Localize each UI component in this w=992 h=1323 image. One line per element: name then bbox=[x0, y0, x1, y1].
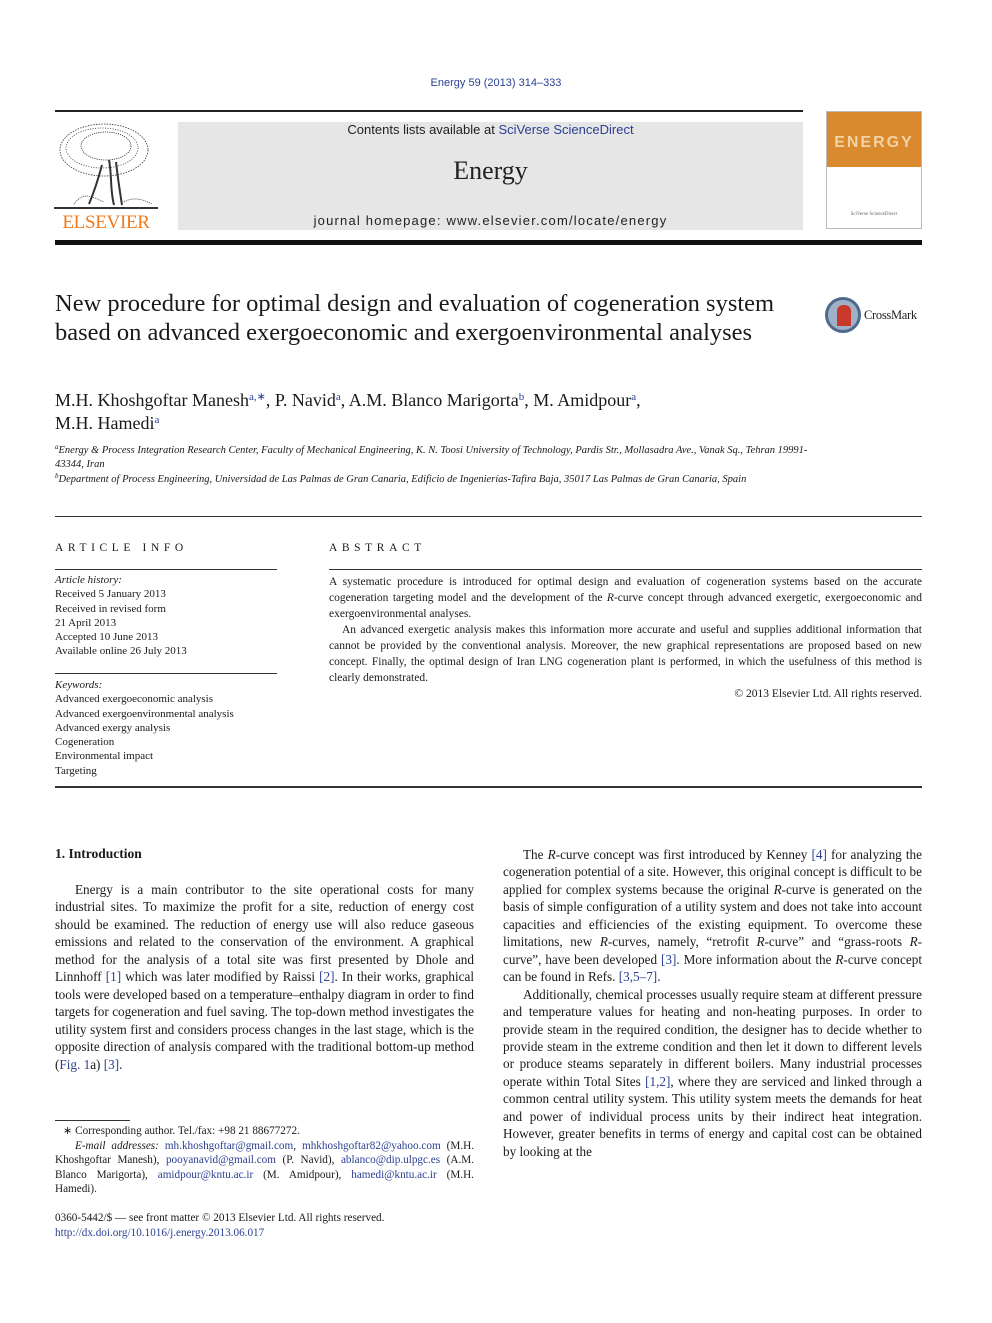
history-label: Article history: bbox=[55, 574, 122, 586]
keywords: Keywords: Advanced exergoeconomic analys… bbox=[55, 678, 295, 778]
body-column-left: Energy is a main contributor to the site… bbox=[55, 881, 474, 1073]
issn-copyright: 0360-5442/$ — see front matter © 2013 El… bbox=[55, 1212, 385, 1224]
italic-symbol: R bbox=[909, 934, 918, 950]
history-entry: Received 5 January 2013 bbox=[55, 588, 166, 601]
keyword[interactable]: Targeting bbox=[55, 764, 295, 778]
keywords-rule bbox=[55, 673, 277, 674]
keyword[interactable]: Advanced exergoenvironmental analysis bbox=[55, 707, 295, 721]
affiliation: bDepartment of Process Engineering, Univ… bbox=[55, 472, 815, 487]
affiliation-text: Department of Process Engineering, Unive… bbox=[58, 473, 747, 485]
affiliation-mark[interactable]: a,∗ bbox=[249, 391, 266, 403]
citation-link[interactable]: [3] bbox=[661, 952, 676, 967]
header-rule bbox=[55, 110, 803, 112]
journal-citation[interactable]: Energy 59 (2013) 314–333 bbox=[0, 77, 992, 89]
italic-symbol: R bbox=[599, 934, 608, 950]
keyword[interactable]: Environmental impact bbox=[55, 749, 295, 763]
contents-line: Contents lists available at SciVerse Sci… bbox=[178, 122, 803, 137]
author-name[interactable]: M. Amidpour bbox=[533, 390, 631, 410]
journal-cover-thumbnail[interactable]: ENERGY SciVerse ScienceDirect bbox=[826, 111, 922, 229]
affiliation-rule bbox=[55, 516, 922, 517]
email-link[interactable]: pooyanavid@gmail.com bbox=[166, 1154, 276, 1166]
elsevier-wordmark: ELSEVIER bbox=[62, 212, 150, 233]
abstract-copyright: © 2013 Elsevier Ltd. All rights reserved… bbox=[734, 688, 922, 700]
abstract-heading: ABSTRACT bbox=[329, 542, 426, 554]
email-link[interactable]: amidpour@kntu.ac.ir bbox=[158, 1169, 253, 1181]
citation-link[interactable]: [1] bbox=[106, 969, 121, 984]
citation-link[interactable]: [3,5–7] bbox=[619, 969, 657, 984]
elsevier-tree-icon bbox=[54, 123, 158, 209]
body-paragraph: The R-curve concept was first introduced… bbox=[503, 847, 923, 985]
author-list: M.H. Khoshgoftar Manesha,∗, P. Navida, A… bbox=[55, 390, 641, 433]
cover-publisher: SciVerse ScienceDirect bbox=[850, 212, 898, 217]
email-label: E-mail addresses: bbox=[75, 1139, 165, 1152]
affiliation-mark[interactable]: a bbox=[336, 391, 341, 403]
history-entry: Accepted 10 June 2013 bbox=[55, 631, 158, 644]
journal-banner: Contents lists available at SciVerse Sci… bbox=[178, 122, 803, 230]
crossmark-icon bbox=[825, 297, 861, 333]
author-name[interactable]: P. Navid bbox=[275, 390, 336, 410]
italic-symbol: R bbox=[835, 951, 844, 967]
history-entry: Received in revised form bbox=[55, 602, 166, 615]
email-link[interactable]: ablanco@dip.ulpgc.es bbox=[341, 1154, 440, 1166]
citation-link[interactable]: Fig. 1 bbox=[59, 1057, 90, 1072]
keywords-list: Advanced exergoeconomic analysis Advanced… bbox=[55, 692, 295, 778]
italic-symbol: R bbox=[756, 934, 765, 950]
section-heading-introduction: 1. Introduction bbox=[55, 846, 142, 861]
abstract-paragraph: An advanced exergetic analysis makes thi… bbox=[329, 624, 922, 684]
article-history: Article history: Received 5 January 2013… bbox=[55, 573, 285, 659]
author-name[interactable]: A.M. Blanco Marigorta bbox=[349, 390, 519, 410]
sciencedirect-link[interactable]: SciVerse ScienceDirect bbox=[498, 122, 633, 137]
affiliation-mark[interactable]: a bbox=[631, 391, 636, 403]
crossmark-button[interactable]: CrossMark bbox=[825, 297, 925, 335]
history-list: Received 5 January 2013 Received in revis… bbox=[55, 587, 285, 658]
affiliation-mark[interactable]: a bbox=[154, 414, 159, 426]
article-title: New procedure for optimal design and eva… bbox=[55, 290, 775, 346]
abstract-body: A systematic procedure is introduced for… bbox=[329, 574, 922, 702]
citation-link[interactable]: [3] bbox=[104, 1057, 119, 1072]
email-addresses: E-mail addresses: mh.khoshgoftar@gmail.c… bbox=[55, 1139, 474, 1196]
article-info-heading: ARTICLE INFO bbox=[55, 542, 188, 554]
doi-link[interactable]: http://dx.doi.org/10.1016/j.energy.2013.… bbox=[55, 1226, 474, 1241]
elsevier-logo[interactable]: ELSEVIER bbox=[54, 120, 158, 233]
affiliation: aEnergy & Process Integration Research C… bbox=[55, 444, 815, 473]
email-link[interactable]: mh.khoshgoftar@gmail.com bbox=[165, 1140, 293, 1152]
affiliations: aEnergy & Process Integration Research C… bbox=[55, 444, 815, 487]
cover-title: ENERGY bbox=[834, 134, 914, 151]
citation-link[interactable]: [2] bbox=[319, 969, 334, 984]
header-thick-rule bbox=[55, 240, 922, 245]
crossmark-label: CrossMark bbox=[864, 308, 917, 322]
italic-symbol: R bbox=[773, 881, 782, 897]
citation-link[interactable]: [1,2] bbox=[645, 1074, 670, 1089]
history-entry: 21 April 2013 bbox=[55, 616, 117, 629]
keyword[interactable]: Advanced exergoeconomic analysis bbox=[55, 692, 295, 706]
abstract-paragraph: A systematic procedure is introduced for… bbox=[329, 576, 922, 620]
history-entry: Available online 26 July 2013 bbox=[55, 645, 187, 658]
body-paragraph: Energy is a main contributor to the site… bbox=[55, 882, 474, 1072]
corresponding-author-note: ∗ Corresponding author. Tel./fax: +98 21… bbox=[63, 1125, 300, 1137]
body-paragraph: Additionally, chemical processes usually… bbox=[503, 986, 922, 1159]
affiliation-mark[interactable]: b bbox=[519, 391, 525, 403]
italic-symbol: R bbox=[606, 592, 614, 604]
body-column-right: The R-curve concept was first introduced… bbox=[503, 846, 922, 1160]
keywords-label: Keywords: bbox=[55, 679, 103, 691]
abstract-rule bbox=[329, 569, 922, 570]
footnotes: ∗ Corresponding author. Tel./fax: +98 21… bbox=[55, 1124, 474, 1197]
journal-name: Energy bbox=[453, 156, 528, 185]
front-matter-note: 0360-5442/$ — see front matter © 2013 El… bbox=[55, 1211, 474, 1241]
italic-symbol: R bbox=[547, 847, 556, 862]
affiliation-text: Energy & Process Integration Research Ce… bbox=[55, 445, 808, 471]
journal-homepage-link[interactable]: journal homepage: www.elsevier.com/locat… bbox=[178, 213, 803, 228]
author-name[interactable]: M.H. Hamedi bbox=[55, 413, 154, 433]
footnote-rule bbox=[55, 1120, 130, 1121]
contents-prefix: Contents lists available at bbox=[347, 122, 499, 137]
email-link[interactable]: hamedi@kntu.ac.ir bbox=[351, 1169, 436, 1181]
citation-link[interactable]: [4] bbox=[812, 847, 827, 862]
article-info-rule bbox=[55, 569, 277, 570]
keyword[interactable]: Advanced exergy analysis bbox=[55, 721, 295, 735]
front-matter-end-rule bbox=[55, 786, 922, 788]
author-name[interactable]: M.H. Khoshgoftar Manesh bbox=[55, 390, 249, 410]
keyword[interactable]: Cogeneration bbox=[55, 735, 295, 749]
email-link[interactable]: mhkhoshgoftar82@yahoo.com bbox=[302, 1140, 441, 1152]
